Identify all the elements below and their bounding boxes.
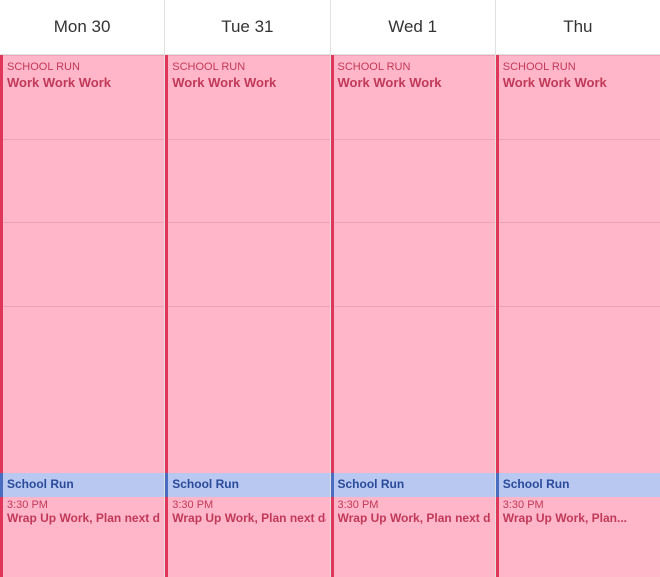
time-line: [334, 222, 495, 306]
school-run-title-mon: School Run: [7, 477, 74, 491]
calendar-container: Mon 30 Tue 31 Wed 1 Thu SCHOOL RUN Work …: [0, 0, 660, 577]
header-cell-mon: Mon 30: [0, 0, 165, 54]
time-line: [499, 306, 660, 390]
work-event-mon[interactable]: SCHOOL RUN Work Work Work: [0, 55, 164, 473]
time-lines-thu: [499, 55, 660, 473]
days-row: SCHOOL RUN Work Work Work School Run 3:3…: [0, 55, 660, 577]
wrap-up-event-thu[interactable]: 3:30 PM Wrap Up Work, Plan...: [496, 497, 660, 577]
school-run-event-wed[interactable]: School Run: [331, 473, 495, 497]
time-line: [3, 306, 164, 390]
header-label-mon: Mon 30: [54, 17, 111, 37]
time-line: [168, 139, 329, 223]
wrap-up-event-mon[interactable]: 3:30 PM Wrap Up Work, Plan next dat: [0, 497, 164, 577]
school-run-title-wed: School Run: [338, 477, 405, 491]
work-event-title-thu: Work Work Work: [503, 75, 656, 90]
header-cell-thu: Thu: [496, 0, 660, 54]
header-label-wed: Wed 1: [388, 17, 437, 37]
wrap-up-title-mon: Wrap Up Work, Plan next dat: [7, 511, 160, 525]
time-line: [168, 222, 329, 306]
work-event-title-mon: Work Work Work: [7, 75, 160, 90]
school-run-title-thu: School Run: [503, 477, 570, 491]
work-event-title-wed: Work Work Work: [338, 75, 491, 90]
header-label-tue: Tue 31: [221, 17, 273, 37]
header-row: Mon 30 Tue 31 Wed 1 Thu: [0, 0, 660, 55]
work-cut-label-tue: SCHOOL RUN: [172, 61, 245, 73]
day-column-mon: SCHOOL RUN Work Work Work School Run 3:3…: [0, 55, 165, 577]
wrap-up-title-wed: Wrap Up Work, Plan next dat: [338, 511, 491, 525]
time-line: [334, 139, 495, 223]
day-column-thu: SCHOOL RUN Work Work Work School Run 3:3…: [496, 55, 660, 577]
day-column-tue: SCHOOL RUN Work Work Work School Run 3:3…: [165, 55, 330, 577]
work-cut-label-mon: SCHOOL RUN: [7, 61, 80, 73]
header-label-thu: Thu: [563, 17, 592, 37]
work-event-tue[interactable]: SCHOOL RUN Work Work Work: [165, 55, 329, 473]
wrap-up-time-tue: 3:30 PM: [172, 499, 325, 511]
wrap-up-time-wed: 3:30 PM: [338, 499, 491, 511]
time-line: [3, 222, 164, 306]
time-line: [334, 306, 495, 390]
time-line: [499, 139, 660, 223]
time-line: [3, 139, 164, 223]
time-line: [168, 306, 329, 390]
school-run-event-mon[interactable]: School Run: [0, 473, 164, 497]
time-lines-mon: [3, 55, 164, 473]
wrap-up-title-thu: Wrap Up Work, Plan...: [503, 511, 656, 525]
work-event-wed[interactable]: SCHOOL RUN Work Work Work: [331, 55, 495, 473]
wrap-up-event-wed[interactable]: 3:30 PM Wrap Up Work, Plan next dat: [331, 497, 495, 577]
wrap-up-time-mon: 3:30 PM: [7, 499, 160, 511]
school-run-event-tue[interactable]: School Run: [165, 473, 329, 497]
wrap-up-time-thu: 3:30 PM: [503, 499, 656, 511]
wrap-up-event-tue[interactable]: 3:30 PM Wrap Up Work, Plan next dat: [165, 497, 329, 577]
header-cell-wed: Wed 1: [331, 0, 496, 54]
work-cut-label-wed: SCHOOL RUN: [338, 61, 411, 73]
time-lines-tue: [168, 55, 329, 473]
header-cell-tue: Tue 31: [165, 0, 330, 54]
work-cut-label-thu: SCHOOL RUN: [503, 61, 576, 73]
school-run-title-tue: School Run: [172, 477, 239, 491]
school-run-event-thu[interactable]: School Run: [496, 473, 660, 497]
wrap-up-title-tue: Wrap Up Work, Plan next dat: [172, 511, 325, 525]
time-lines-wed: [334, 55, 495, 473]
work-event-thu[interactable]: SCHOOL RUN Work Work Work: [496, 55, 660, 473]
time-line: [499, 222, 660, 306]
day-column-wed: SCHOOL RUN Work Work Work School Run 3:3…: [331, 55, 496, 577]
work-event-title-tue: Work Work Work: [172, 75, 325, 90]
